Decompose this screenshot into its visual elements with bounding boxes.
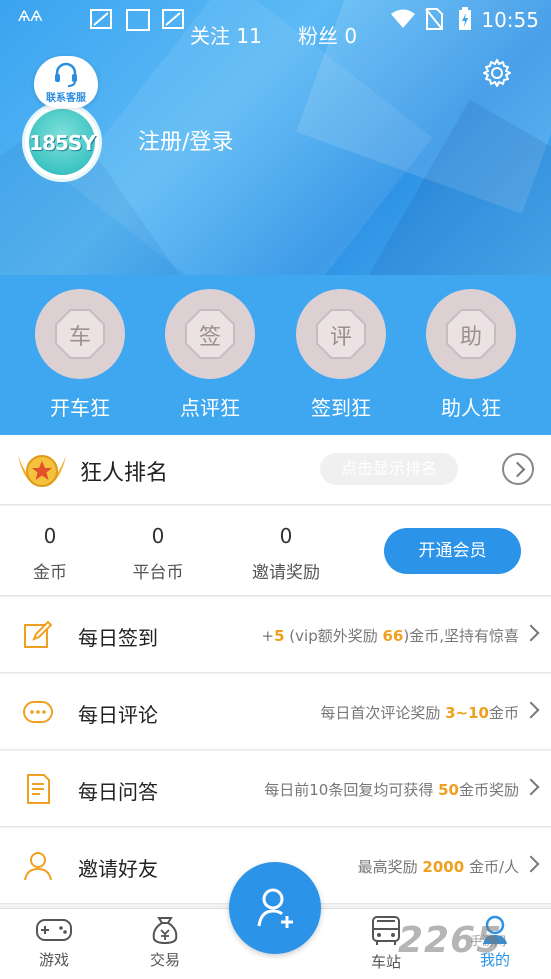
badge-glyph: 车 xyxy=(68,325,91,350)
task-daily-checkin[interactable]: 每日签到 +5 (vip额外奖励 66)金币,坚持有惊喜 xyxy=(0,597,551,673)
task-description: +5 (vip额外奖励 66)金币,坚持有惊喜 xyxy=(262,625,519,646)
nav-tab-games[interactable]: 游戏 xyxy=(14,915,94,970)
nav-tab-trade[interactable]: 交易 xyxy=(125,915,205,970)
stat-value: 0 xyxy=(43,524,57,548)
avatar-logo: 185SY xyxy=(29,109,96,175)
stat-value: 0 xyxy=(279,524,293,548)
achievement-badges: 车 开车狂 签 点评狂 评 签到狂 助 助人狂 xyxy=(0,275,551,435)
nav-label: 游戏 xyxy=(38,951,69,969)
desc-highlight: 5 xyxy=(274,627,285,645)
task-description: 每日前10条回复均可获得 50金币奖励 xyxy=(264,779,519,800)
follow-number: 11 xyxy=(236,24,262,48)
desc-highlight: 50 xyxy=(438,781,459,799)
badge-label: 点评狂 xyxy=(180,396,240,420)
badge-checkin[interactable]: 评 xyxy=(296,289,386,379)
desc-text: 最高奖励 xyxy=(357,858,423,876)
desc-text: (vip额外奖励 xyxy=(284,627,383,645)
desc-text: 金币 xyxy=(488,704,519,722)
fans-number: 0 xyxy=(344,24,358,48)
task-name: 邀请好友 xyxy=(78,857,158,881)
stat-platform-coins[interactable]: 0 平台币 xyxy=(98,524,218,583)
chevron-right-icon xyxy=(522,624,540,642)
no-sim-icon xyxy=(425,8,443,34)
fans-label: 粉丝 xyxy=(298,24,338,48)
badge-label: 签到狂 xyxy=(311,396,371,420)
status-time: 10:55 xyxy=(481,8,539,32)
stat-label: 平台币 xyxy=(132,563,184,583)
profile-header: ѦѦ 10:55 关注 11 粉丝 0 185SY 联系客服 注册/登录 xyxy=(0,0,551,275)
add-user-icon xyxy=(257,888,293,928)
task-name: 每日签到 xyxy=(78,626,158,650)
stat-invite-reward[interactable]: 0 邀请奖励 xyxy=(226,524,346,583)
stat-coins[interactable]: 0 金币 xyxy=(0,524,110,583)
follow-count[interactable]: 关注 11 xyxy=(190,20,262,49)
desc-text: 每日前10条回复均可获得 xyxy=(264,781,439,799)
wallet-stats: 0 金币 0 平台币 0 邀请奖励 开通会员 xyxy=(0,506,551,596)
nav-label: 交易 xyxy=(149,951,180,969)
desc-highlight: 3~10 xyxy=(445,704,489,722)
edit-icon xyxy=(24,620,53,648)
badge-reviewer[interactable]: 签 xyxy=(165,289,255,379)
chevron-right-icon xyxy=(522,778,540,796)
ranking-title: 狂人排名 xyxy=(80,461,169,486)
user-icon xyxy=(24,852,52,881)
status-bar: ѦѦ 10:55 xyxy=(0,0,551,40)
notification-icon: ѦѦ xyxy=(18,9,43,25)
badge-driver[interactable]: 车 xyxy=(35,289,125,379)
desc-text: 金币奖励 xyxy=(458,781,519,799)
add-friend-fab[interactable] xyxy=(229,862,321,954)
badge-glyph: 评 xyxy=(329,325,352,350)
desc-text: 每日首次评论奖励 xyxy=(320,704,446,722)
app-notification-icon xyxy=(162,9,184,33)
desc-text: + xyxy=(261,627,275,645)
follow-label: 关注 xyxy=(190,24,230,48)
show-ranking-button[interactable]: 点击显示排名 xyxy=(320,453,458,485)
app-notification-icon xyxy=(126,9,150,35)
settings-gear-icon[interactable] xyxy=(482,58,512,88)
login-register-link[interactable]: 注册/登录 xyxy=(138,124,233,156)
ranking-row[interactable]: 狂人排名 点击显示排名 xyxy=(0,435,551,505)
badge-glyph: 助 xyxy=(459,325,482,350)
money-bag-icon xyxy=(152,917,178,945)
desc-text: 金币/人 xyxy=(464,858,519,876)
task-description: 最高奖励 2000 金币/人 xyxy=(358,856,519,877)
task-daily-qa[interactable]: 每日问答 每日前10条回复均可获得 50金币奖励 xyxy=(0,751,551,827)
avatar[interactable]: 185SY xyxy=(22,102,102,182)
chevron-right-icon xyxy=(522,855,540,873)
stat-label: 邀请奖励 xyxy=(252,563,320,583)
open-vip-button[interactable]: 开通会员 xyxy=(384,528,521,574)
chevron-right-icon xyxy=(522,701,540,719)
document-icon xyxy=(27,774,50,804)
badge-label: 开车狂 xyxy=(50,396,110,420)
stat-value: 0 xyxy=(151,524,165,548)
gamepad-icon xyxy=(36,919,72,941)
task-name: 每日评论 xyxy=(78,703,158,727)
badge-glyph: 签 xyxy=(198,325,221,350)
desc-highlight: 66 xyxy=(382,627,404,645)
app-notification-icon xyxy=(90,9,112,33)
task-name: 每日问答 xyxy=(78,780,158,804)
desc-text: )金币,坚持有惊喜 xyxy=(403,627,519,645)
medal-star-icon xyxy=(18,455,66,487)
fans-count[interactable]: 粉丝 0 xyxy=(298,20,357,49)
headset-icon xyxy=(55,62,77,87)
task-daily-comment[interactable]: 每日评论 每日首次评论奖励 3~10金币 xyxy=(0,674,551,750)
customer-service-button[interactable]: 联系客服 xyxy=(34,56,98,108)
badge-label: 助人狂 xyxy=(441,396,501,420)
chevron-right-circle-icon[interactable] xyxy=(502,453,534,485)
desc-highlight: 2000 xyxy=(422,858,465,876)
avatar-logo-text: 185SY xyxy=(29,131,96,155)
task-description: 每日首次评论奖励 3~10金币 xyxy=(320,702,519,723)
wifi-icon xyxy=(390,8,416,34)
watermark-subtitle: 手游网 xyxy=(470,934,507,948)
customer-service-label: 联系客服 xyxy=(46,93,86,104)
comment-icon xyxy=(23,701,53,723)
battery-charging-icon xyxy=(458,7,472,35)
stat-label: 金币 xyxy=(33,563,67,583)
badge-helper[interactable]: 助 xyxy=(426,289,516,379)
